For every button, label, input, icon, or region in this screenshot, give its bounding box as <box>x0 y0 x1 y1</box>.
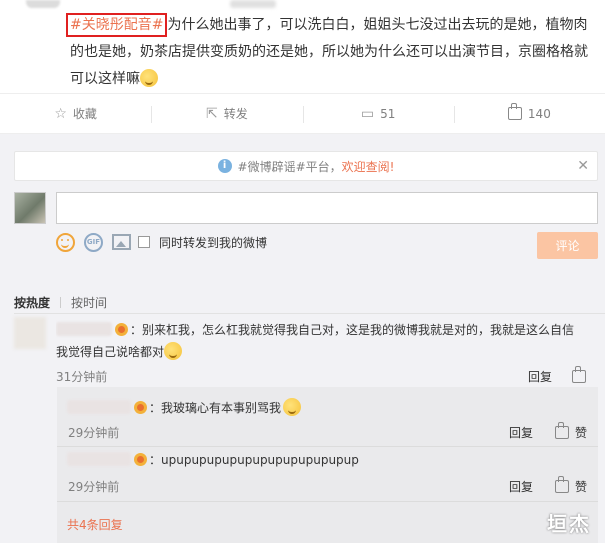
post-hashtag[interactable]: #关晓彤配音# <box>66 13 168 37</box>
comment-line-1: ：别来杠我，怎么杠我就觉得我自己对，这是我的微博我就是对的，我就是这么自信 <box>56 319 601 342</box>
notice-text: #微博辟谣#平台， <box>237 159 342 174</box>
like-label[interactable]: 赞 <box>575 478 587 495</box>
replier-name[interactable] <box>67 400 131 414</box>
commenter-avatar[interactable] <box>14 317 46 349</box>
more-replies-link[interactable]: 共4条回复 <box>67 516 123 533</box>
reply-time: 29分钟前 <box>68 426 120 440</box>
collect-button[interactable]: ☆ 收藏 <box>0 94 151 133</box>
thumbs-up-icon <box>507 103 522 120</box>
like-count: 140 <box>527 106 551 121</box>
reply-item: ：upupupupupupupupupupupupup <box>67 450 359 470</box>
repost-button[interactable]: ⇱ 转发 <box>151 94 302 133</box>
comment-text: ：别来杠我，怎么杠我就觉得我自己对，这是我的微博我就是对的，我就是这么自信 <box>130 323 575 337</box>
post-text: #关晓彤配音# 为什么她出事了，可以洗白白，姐姐头七没过出去玩的是她，植物肉的也是… <box>66 12 600 93</box>
emoji-icon <box>164 342 183 360</box>
reply-item: ：我玻璃心有本事别骂我 <box>67 398 302 418</box>
thumbs-up-icon[interactable] <box>555 422 570 439</box>
also-repost-label: 同时转发到我的微博 <box>159 235 268 250</box>
comment-text-2: 我觉得自己说啥都对 <box>56 345 165 359</box>
reply-actions: 回复 赞 <box>509 476 587 495</box>
reply-list: ：我玻璃心有本事别骂我 29分钟前 回复 赞 ：upupupupupupupup… <box>57 387 598 543</box>
thumbs-up-icon[interactable] <box>555 476 570 493</box>
comment-line-2: 我觉得自己说啥都对 <box>56 341 183 364</box>
collect-label: 收藏 <box>72 107 97 121</box>
divider <box>57 446 598 447</box>
divider <box>60 297 62 308</box>
comment-button[interactable]: ▭ 51 <box>302 94 454 133</box>
divider <box>14 313 605 314</box>
reply-button[interactable]: 回复 <box>509 478 533 495</box>
close-icon[interactable]: ✕ <box>577 158 589 174</box>
vip-badge-icon <box>134 401 147 414</box>
sort-tabs: 按热度 按时间 <box>14 294 107 311</box>
star-icon: ☆ <box>54 105 67 122</box>
info-icon: i <box>217 159 232 173</box>
author-avatar[interactable] <box>26 0 60 8</box>
replier-name[interactable] <box>67 452 131 466</box>
reply-text: ：upupupupupupupupupupupupup <box>149 453 359 467</box>
reply-button[interactable]: 回复 <box>528 368 552 385</box>
submit-comment-button[interactable]: 评论 <box>537 232 598 259</box>
tab-sort-hot[interactable]: 按热度 <box>14 294 50 311</box>
divider <box>57 501 598 502</box>
commenter-name[interactable] <box>56 322 112 336</box>
gif-icon[interactable]: GIF <box>84 232 103 252</box>
notice-link[interactable]: 欢迎查阅! <box>342 158 395 175</box>
emoji-icon[interactable] <box>56 232 75 252</box>
weibo-post: #关晓彤配音# 为什么她出事了，可以洗白白，姐姐头七没过出去玩的是她，植物肉的也是… <box>0 0 605 93</box>
vip-badge-icon <box>134 453 147 466</box>
image-icon[interactable] <box>112 234 131 250</box>
author-name[interactable] <box>230 0 276 8</box>
comment-panel: i #微博辟谣#平台， 欢迎查阅! ✕ GIF 同时转发到我的微博 评论 按热度 … <box>0 135 605 543</box>
like-label[interactable]: 赞 <box>575 424 587 441</box>
comment-count: 51 <box>380 106 396 121</box>
composer-toolbar: GIF 同时转发到我的微博 <box>56 232 267 252</box>
also-repost-checkbox[interactable] <box>138 236 150 248</box>
tab-sort-time[interactable]: 按时间 <box>71 294 107 311</box>
comment-actions: 回复 <box>528 366 587 385</box>
rumor-notice-bar: i #微博辟谣#平台， 欢迎查阅! ✕ <box>14 151 598 181</box>
comment-time: 31分钟前 <box>56 370 108 384</box>
reply-actions: 回复 赞 <box>509 422 587 441</box>
watermark: 垣杰 <box>547 512 591 536</box>
thumbs-up-icon[interactable] <box>572 366 587 383</box>
thinking-emoji-icon <box>140 69 158 87</box>
post-action-bar: ☆ 收藏 ⇱ 转发 ▭ 51 140 <box>0 93 605 134</box>
repost-label: 转发 <box>223 107 248 121</box>
current-user-avatar <box>14 192 46 224</box>
reply-text: ：我玻璃心有本事别骂我 <box>149 401 282 415</box>
like-button[interactable]: 140 <box>453 94 605 133</box>
reply-button[interactable]: 回复 <box>509 424 533 441</box>
comment-input[interactable] <box>56 192 598 224</box>
repost-icon: ⇱ <box>206 105 218 122</box>
comment-icon: ▭ <box>360 105 375 122</box>
reply-time: 29分钟前 <box>68 480 120 494</box>
vip-badge-icon <box>115 323 128 336</box>
emoji-icon <box>283 398 302 416</box>
